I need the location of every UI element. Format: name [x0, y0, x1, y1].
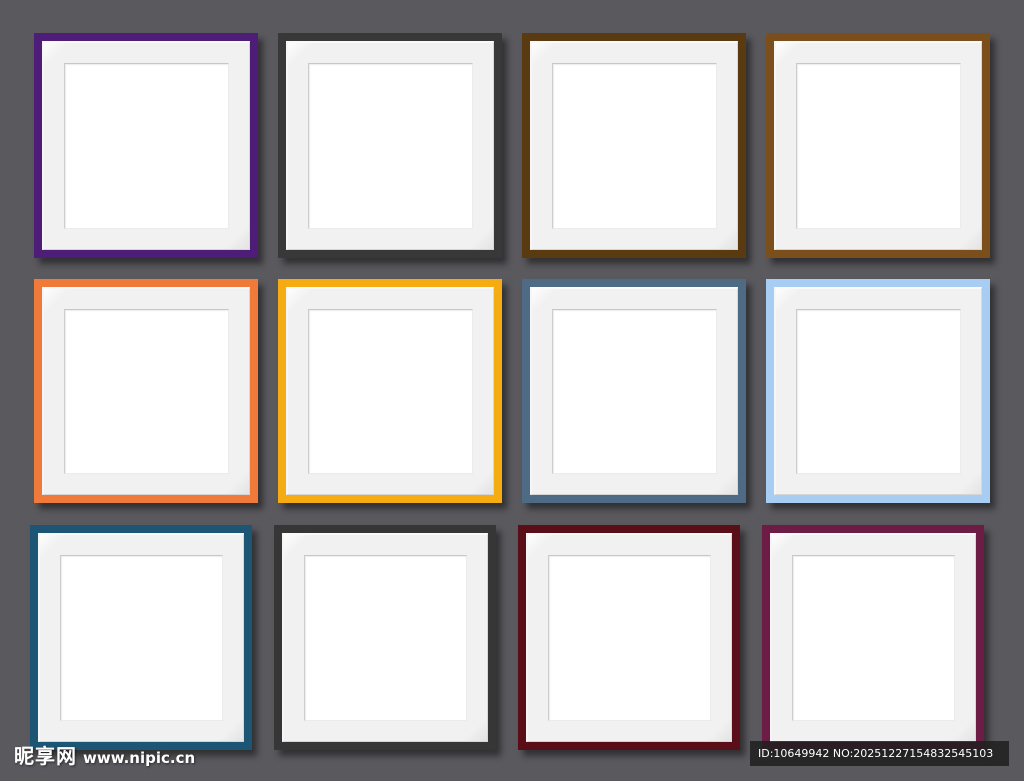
frame-mat: [286, 41, 494, 250]
frame-mat: [38, 533, 244, 742]
frame-dark-brown: [522, 33, 746, 258]
frame-light-blue: [766, 279, 990, 503]
photo-area: [552, 63, 717, 229]
frame-mat: [774, 287, 982, 495]
photo-area: [64, 309, 229, 474]
frame-brown: [766, 33, 990, 258]
frame-mat: [42, 41, 250, 250]
frame-amber: [278, 279, 502, 503]
site-watermark-logo: 昵享网 www.nipic.cn: [14, 740, 195, 769]
frame-mat: [774, 41, 982, 250]
photo-area: [60, 555, 223, 721]
photo-area: [308, 63, 473, 229]
frame-dark-grey: [274, 525, 496, 750]
frame-mat: [526, 533, 732, 742]
frame-purple: [34, 33, 258, 258]
frame-mat: [42, 287, 250, 495]
photo-area: [792, 555, 955, 721]
frame-mat: [770, 533, 976, 742]
frame-teal-blue: [30, 525, 252, 750]
frame-plum: [762, 525, 984, 750]
frame-mat: [530, 287, 738, 495]
image-id-bar: ID:10649942 NO:20251227154832545103: [750, 741, 1009, 766]
frame-mat: [530, 41, 738, 250]
photo-area: [308, 309, 473, 474]
site-url: www.nipic.cn: [83, 749, 196, 767]
frame-mat: [286, 287, 494, 495]
frame-maroon: [518, 525, 740, 750]
site-name: 昵享网: [14, 744, 77, 768]
photo-area: [304, 555, 467, 721]
photo-area: [796, 309, 961, 474]
photo-area: [64, 63, 229, 229]
frame-charcoal: [278, 33, 502, 258]
frame-orange: [34, 279, 258, 503]
frame-mat: [282, 533, 488, 742]
photo-area: [796, 63, 961, 229]
photo-area: [548, 555, 711, 721]
frame-slate-blue: [522, 279, 746, 503]
photo-area: [552, 309, 717, 474]
